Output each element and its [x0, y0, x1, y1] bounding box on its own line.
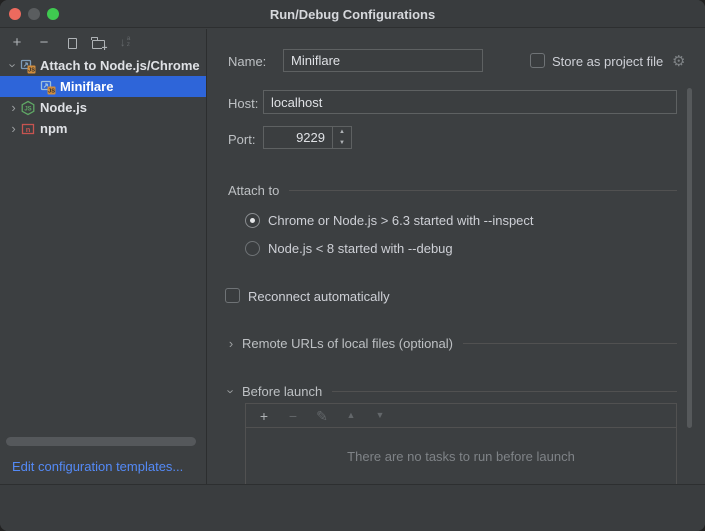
- copy-icon: [68, 38, 77, 49]
- tree-item-npm[interactable]: › n npm: [0, 118, 207, 139]
- sort-configurations-icon[interactable]: ↓ az: [117, 34, 133, 50]
- separator-line: [289, 190, 677, 191]
- stepper-up-icon[interactable]: ▲: [333, 127, 351, 138]
- remote-urls-label: Remote URLs of local files (optional): [242, 336, 453, 351]
- sidebar-horizontal-scrollbar[interactable]: [6, 437, 196, 446]
- title-bar: Run/Debug Configurations: [0, 0, 705, 28]
- move-down-icon[interactable]: ▼: [372, 408, 388, 424]
- run-debug-configurations-dialog: Run/Debug Configurations + − + ↓ az › JS: [0, 0, 705, 531]
- new-folder-icon[interactable]: +: [90, 34, 106, 50]
- edit-task-icon[interactable]: ✎: [314, 408, 330, 424]
- port-label: Port:: [228, 132, 255, 147]
- attach-nodejs-chrome-icon: JS: [40, 79, 56, 95]
- tree-item-miniflare[interactable]: JS Miniflare: [0, 76, 207, 97]
- configurations-sidebar: + − + ↓ az › JS Attach to Node.js/Chrome: [0, 29, 207, 484]
- store-as-project-file-checkbox[interactable]: [530, 53, 545, 68]
- port-stepper: ▲ ▼: [332, 127, 351, 148]
- sidebar-toolbar: + − + ↓ az: [0, 29, 207, 55]
- attach-option-debug[interactable]: Node.js < 8 started with --debug: [245, 241, 453, 256]
- tree-item-label: npm: [40, 121, 67, 136]
- reconnect-automatically-label: Reconnect automatically: [248, 289, 390, 304]
- move-up-icon[interactable]: ▲: [343, 408, 359, 424]
- svg-text:JS: JS: [48, 88, 55, 94]
- store-as-project-file-label: Store as project file: [552, 54, 663, 69]
- add-task-icon[interactable]: +: [256, 408, 272, 424]
- host-input[interactable]: [263, 90, 677, 114]
- port-field: ▲ ▼: [263, 126, 352, 149]
- remote-urls-section-header[interactable]: › Remote URLs of local files (optional): [226, 336, 677, 351]
- attach-to-label: Attach to: [228, 183, 279, 198]
- tree-item-attach-to-nodejs-chrome[interactable]: › JS Attach to Node.js/Chrome: [0, 55, 207, 76]
- chevron-right-icon[interactable]: ›: [226, 336, 236, 351]
- attach-option-inspect[interactable]: Chrome or Node.js > 6.3 started with --i…: [245, 213, 534, 228]
- attach-to-section-header: Attach to: [228, 183, 677, 198]
- chevron-right-icon[interactable]: ›: [7, 100, 20, 115]
- dialog-footer: ? Debug Apply Cancel OK: [0, 484, 705, 531]
- tree-item-label: Node.js: [40, 100, 87, 115]
- remove-task-icon[interactable]: −: [285, 408, 301, 424]
- copy-configuration-icon[interactable]: [63, 34, 79, 50]
- svg-text:n: n: [26, 125, 31, 134]
- main-vertical-scrollbar[interactable]: [687, 88, 692, 428]
- svg-text:JS: JS: [28, 67, 35, 73]
- edit-configuration-templates-link[interactable]: Edit configuration templates...: [12, 459, 183, 474]
- separator-line: [332, 391, 677, 392]
- radio-label: Chrome or Node.js > 6.3 started with --i…: [268, 213, 534, 228]
- before-launch-section-header[interactable]: › Before launch: [226, 384, 677, 399]
- port-input[interactable]: [264, 127, 332, 148]
- chevron-right-icon[interactable]: ›: [7, 121, 20, 136]
- tree-item-nodejs[interactable]: › JS Node.js: [0, 97, 207, 118]
- add-configuration-icon[interactable]: +: [9, 34, 25, 50]
- before-launch-label: Before launch: [242, 384, 322, 399]
- gear-icon[interactable]: ⚙: [672, 52, 685, 70]
- attach-nodejs-chrome-icon: JS: [20, 58, 36, 74]
- radio-label: Node.js < 8 started with --debug: [268, 241, 453, 256]
- separator-line: [463, 343, 677, 344]
- before-launch-toolbar: + − ✎ ▲ ▼: [246, 404, 676, 428]
- configurations-tree: › JS Attach to Node.js/Chrome JS Minifla…: [0, 55, 207, 139]
- radio-unselected-icon[interactable]: [245, 241, 260, 256]
- name-label: Name:: [228, 54, 266, 69]
- tree-item-label: Miniflare: [60, 79, 113, 94]
- stepper-down-icon[interactable]: ▼: [333, 138, 351, 149]
- before-launch-empty-text: There are no tasks to run before launch: [246, 428, 676, 484]
- svg-text:JS: JS: [24, 106, 31, 112]
- radio-selected-icon[interactable]: [245, 213, 260, 228]
- chevron-down-icon[interactable]: ›: [7, 58, 20, 73]
- chevron-down-icon[interactable]: ›: [226, 384, 236, 399]
- before-launch-panel: + − ✎ ▲ ▼ There are no tasks to run befo…: [245, 403, 677, 484]
- tree-item-label: Attach to Node.js/Chrome: [40, 58, 200, 73]
- reconnect-automatically-checkbox[interactable]: [225, 288, 240, 303]
- name-input[interactable]: [283, 49, 483, 72]
- npm-icon: n: [20, 121, 36, 137]
- host-label: Host:: [228, 96, 258, 111]
- remove-configuration-icon[interactable]: −: [36, 34, 52, 50]
- nodejs-icon: JS: [20, 100, 36, 116]
- window-title: Run/Debug Configurations: [0, 0, 705, 28]
